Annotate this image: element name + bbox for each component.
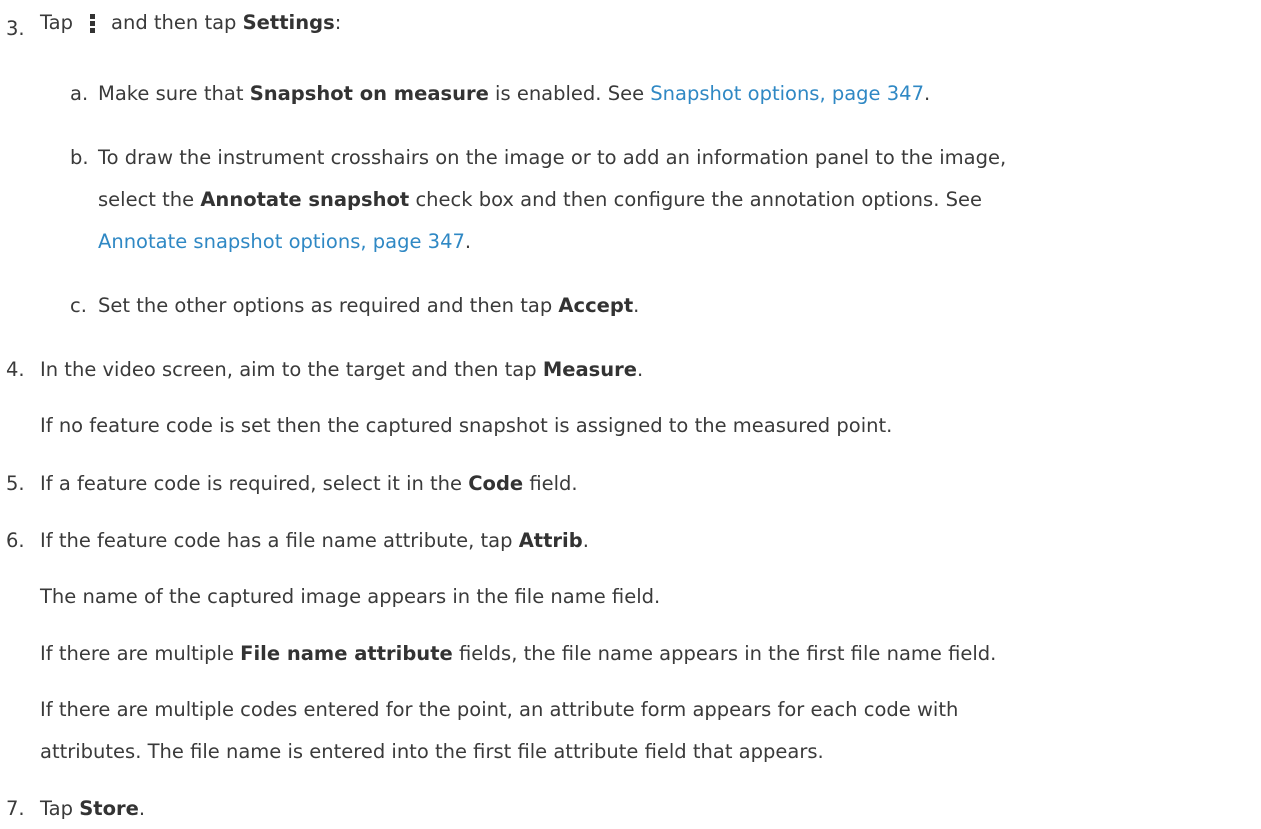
step-5-text: If a feature code is required, select it… xyxy=(40,472,578,495)
substep-a-text: Make sure that Snapshot on measure is en… xyxy=(98,82,931,105)
substep-letter: b. xyxy=(70,146,89,169)
substep-b-line-3: Annotate snapshot options, page 347. xyxy=(98,230,472,253)
step-4-text: In the video screen, aim to the target a… xyxy=(40,358,644,381)
substep-letter: a. xyxy=(70,82,89,105)
more-vertical-icon xyxy=(81,12,103,34)
snapshot-options-link[interactable]: Snapshot options, page 347 xyxy=(650,82,924,105)
step-7-text: Tap Store. xyxy=(40,797,146,820)
step-4-note: If no feature code is set then the captu… xyxy=(40,414,893,437)
step-number: 7. xyxy=(6,797,25,820)
step-number: 5. xyxy=(6,472,25,495)
step-6-note-1: The name of the captured image appears i… xyxy=(40,585,661,608)
step-3-text: Tap and then tap Settings: xyxy=(40,11,342,34)
substep-b-line-2: select the Annotate snapshot check box a… xyxy=(98,188,982,211)
step-6-note-3-line-1: If there are multiple codes entered for … xyxy=(40,698,959,721)
step-6-note-2: If there are multiple File name attribut… xyxy=(40,642,997,665)
step-number: 6. xyxy=(6,529,25,552)
annotate-snapshot-options-link[interactable]: Annotate snapshot options, page 347 xyxy=(98,230,465,253)
substep-b-line-1: To draw the instrument crosshairs on the… xyxy=(98,146,1007,169)
substep-c-text: Set the other options as required and th… xyxy=(98,294,640,317)
step-number: 3. xyxy=(6,17,25,40)
step-number: 4. xyxy=(6,358,25,381)
substep-letter: c. xyxy=(70,294,87,317)
step-6-note-3-line-2: attributes. The file name is entered int… xyxy=(40,740,824,763)
step-6-text: If the feature code has a file name attr… xyxy=(40,529,589,552)
